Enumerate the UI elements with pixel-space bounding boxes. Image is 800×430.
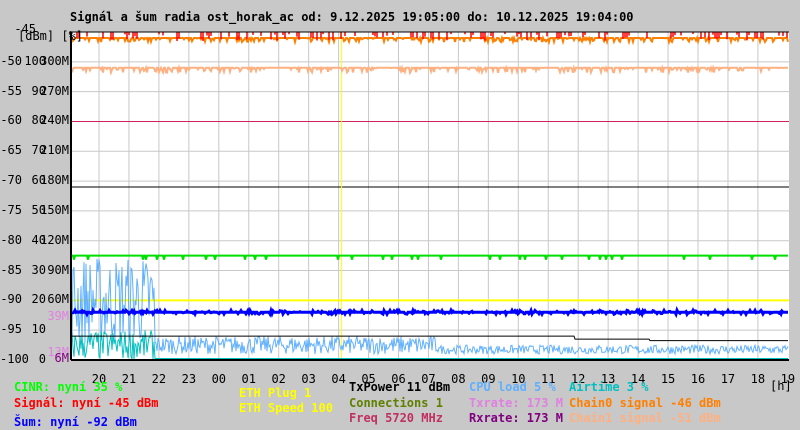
x-tick-label: 17 xyxy=(720,372,736,386)
y-tick-dbm: -75 xyxy=(0,202,22,217)
y-tick-rate: 150M xyxy=(40,202,69,217)
legend-txrate: Txrate: 173 M xyxy=(469,396,563,410)
y-tick-rate: 240M xyxy=(40,113,69,128)
y-tick-dbm: -85 xyxy=(0,262,22,277)
x-tick-label: 04 xyxy=(331,372,346,386)
x-unit-label: [h] xyxy=(770,379,792,393)
legend-airtime: Airtime 3 % xyxy=(569,380,649,394)
legend-cinr: CINR: nyní 35 % xyxy=(14,380,123,394)
y-tick-dbm: -90 xyxy=(0,292,22,307)
y-tick-rate: 270M xyxy=(40,83,69,98)
legend-noise: Šum: nyní -92 dBm xyxy=(14,415,137,429)
legend-rxrate: Rxrate: 173 M xyxy=(469,411,563,425)
y-unit-label: [dBm] [%] xyxy=(18,29,84,43)
y-tick-rate: 90M xyxy=(47,262,69,277)
x-tick-label: 22 xyxy=(151,372,167,386)
y-tick-dbm: -100 xyxy=(0,352,29,366)
legend-signal: Signál: nyní -45 dBm xyxy=(14,396,159,410)
x-tick-label: 23 xyxy=(181,372,197,386)
x-tick-label: 01 xyxy=(241,372,256,386)
y-tick-dbm: -60 xyxy=(0,113,22,128)
y-tick-rate: 60M xyxy=(47,292,69,307)
x-tick-label: 03 xyxy=(301,372,316,386)
x-tick-label: 02 xyxy=(271,372,286,386)
legend-eth-plug: ETH Plug 1 xyxy=(239,386,312,400)
y-tick-rate-extra: 39M xyxy=(47,308,69,323)
x-tick-label: 00 xyxy=(211,372,227,386)
legend-chain0: Chain0 signal -46 dBm xyxy=(569,396,721,410)
y-tick-dbm: -50 xyxy=(0,53,22,68)
legend-eth-speed: ETH Speed 100 xyxy=(239,401,333,415)
x-tick-label: 08 xyxy=(451,372,466,386)
y-tick-rate: 180M xyxy=(40,173,69,188)
legend-freq: Freq 5720 MHz xyxy=(349,411,443,425)
y-tick-dbm: -70 xyxy=(0,173,22,188)
y-tick-rate: 300M xyxy=(40,53,69,68)
x-tick-label: 15 xyxy=(660,372,676,386)
legend-cpu-load: CPU load 5 % xyxy=(469,380,556,394)
chart-plot xyxy=(70,31,789,361)
y-tick-pct: 10 xyxy=(31,322,46,337)
legend-txpower: TxPower 11 dBm xyxy=(349,380,451,394)
y-tick-dbm: -65 xyxy=(0,143,22,158)
series-noise xyxy=(71,305,788,319)
y-tick-rate: 120M xyxy=(40,232,69,247)
x-tick-label: 16 xyxy=(690,372,706,386)
y-tick-dbm: -80 xyxy=(0,232,22,247)
y-tick-rate-extra: 6M xyxy=(54,351,69,365)
legend-connections: Connections 1 xyxy=(349,396,443,410)
y-tick-rate: 210M xyxy=(40,143,69,158)
legend-chain1: Chain1 signal -51 dBm xyxy=(569,411,721,425)
y-tick-dbm: -95 xyxy=(0,322,22,337)
x-tick-label: 18 xyxy=(750,372,766,386)
y-tick-dbm: -55 xyxy=(0,83,22,98)
